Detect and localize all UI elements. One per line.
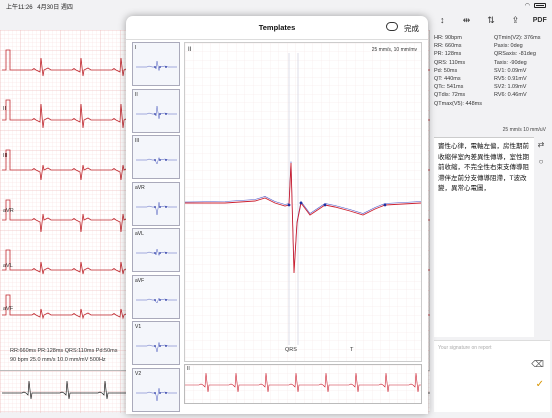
templates-modal: Templates 完成 I II III aVR aVL aVF V1 V2 QRS T I…	[126, 16, 428, 414]
done-button[interactable]: 完成	[404, 23, 419, 34]
overlay-toggle-icon[interactable]	[386, 22, 398, 31]
measurement-value: QRSaxis: -81deg	[494, 51, 536, 58]
lead-label-avl: aVL	[3, 263, 13, 269]
template-beat-view[interactable]: QRS T II 25 mm/s, 10 mm/mv	[184, 42, 422, 362]
swap-icon[interactable]: ⇄	[532, 140, 550, 149]
signature-area[interactable]: Your signature on report ⌫ ✓	[434, 340, 550, 412]
status-bar: 上午11:26 4月30日 週四 ◠	[0, 0, 552, 11]
measurement-value: SV1: 0.09mV	[494, 67, 527, 74]
signature-placeholder: Your signature on report	[438, 345, 492, 351]
modal-header: Templates 完成	[126, 16, 428, 40]
measurement-value: QTc: 541ms	[434, 84, 464, 91]
fiducial-point	[299, 201, 303, 205]
top-toolbar: ↕ ⇹ ⇅ ⇪ PDF	[430, 10, 552, 30]
battery-icon	[534, 2, 546, 8]
adjust-icon[interactable]: ⇅	[483, 15, 499, 26]
thumbnail-label: I	[135, 45, 137, 51]
measurement-value: RR: 660ms	[434, 43, 462, 50]
measurement-row: QTmax(V5): 448ms	[434, 100, 550, 108]
ecg-info-line1: RR:660ms PR:128ms QRS:110ms Pd:50ms	[10, 348, 118, 354]
measurement-value: RV6: 0.46mV	[494, 92, 527, 99]
measurement-value: RV5: 0.91mV	[494, 76, 527, 83]
lead-thumbnail-i[interactable]: I	[132, 42, 180, 86]
lead-label-ii: II	[3, 106, 7, 112]
lead-label-avf: aVF	[3, 306, 14, 312]
lead-label-iii: III	[3, 153, 8, 159]
template-grid: QRS T	[184, 43, 422, 361]
lead-thumbnail-v1[interactable]: V1	[132, 321, 180, 365]
measurement-row: QTdis: 72ms RV6: 0.46mV	[434, 91, 550, 99]
measurement-row: HR: 90bpm QTmin(V2): 376ms	[434, 34, 550, 42]
measurements-panel: HR: 90bpm QTmin(V2): 376ms RR: 660ms Paxis:…	[434, 34, 550, 134]
lead-thumbnail-iii[interactable]: III	[132, 135, 180, 179]
lead-thumbnail-avl[interactable]: aVL	[132, 228, 180, 272]
measurement-row: QRS: 110ms Taxis: -90deg	[434, 59, 550, 67]
template-lead-label: II	[188, 47, 192, 53]
checkmark-icon[interactable]: ✓	[536, 379, 544, 390]
template-rhythm-strip[interactable]: II	[184, 364, 425, 404]
thumbnail-label: II	[135, 91, 138, 98]
fiducial-point	[323, 203, 327, 207]
thumbnail-label: aVR	[135, 184, 145, 191]
measurement-row: RR: 660ms Paxis: 0deg	[434, 42, 550, 50]
rhythm-lead-label: II	[187, 366, 190, 372]
template-rhythm-trace	[185, 365, 425, 403]
thumbnail-label: aVL	[135, 231, 144, 237]
measurement-value: QTmax(V5): 448ms	[434, 100, 482, 107]
pdf-button[interactable]: PDF	[532, 17, 548, 24]
lead-thumbnail-ii[interactable]: II	[132, 88, 180, 133]
lead-thumbnail-avf[interactable]: aVF	[132, 274, 180, 319]
circle-icon[interactable]: ○	[532, 157, 550, 166]
lead-thumbnails: I II III aVR aVL aVF V1 V2	[132, 42, 180, 414]
measurement-value: Pd: 50ms	[434, 67, 458, 74]
status-date: 4月30日 週四	[37, 5, 73, 11]
measurement-row: QT: 440ms RV5: 0.91mV	[434, 75, 550, 83]
measurement-value: SV2: 1.09mV	[494, 84, 527, 91]
measurement-value: PR: 128ms	[434, 51, 462, 58]
modal-title: Templates	[258, 23, 296, 32]
side-icons: ⇄ ○	[532, 140, 550, 174]
measurement-row: QTc: 541ms SV2: 1.09mV	[434, 83, 550, 91]
measurement-row: PR: 128ms QRSaxis: -81deg	[434, 50, 550, 58]
ecg-info-line2: 90 bpm 25.0 mm/s 10.0 mm/mV 500Hz	[10, 357, 106, 363]
thumbnail-label: V1	[135, 324, 142, 330]
lead-label-avr: aVR	[3, 208, 14, 214]
measurement-value: Paxis: 0deg	[494, 43, 523, 50]
fiducial-point	[287, 203, 291, 207]
status-time: 上午11:26	[6, 5, 33, 11]
thumbnail-label: aVF	[135, 277, 145, 284]
export-icon[interactable]: ⇪	[507, 15, 523, 26]
template-scale-label: 25 mm/s, 10 mm/mv	[371, 47, 417, 53]
scale-note: 25 mm/s 10 mm/uV	[502, 127, 546, 133]
qrs-marker: QRS	[285, 347, 297, 353]
measurement-value: QT: 440ms	[434, 76, 461, 83]
measurement-value: QTdis: 72ms	[434, 92, 466, 99]
measurement-row: Pd: 50ms SV1: 0.09mV	[434, 67, 550, 75]
measurement-value: HR: 90bpm	[434, 35, 462, 41]
interpretation-text[interactable]: 竇性心律，電軸左偏，房性期前收縮伴室內差異性傳導，室性期前收縮，不完全性右束支傳…	[434, 137, 534, 337]
wifi-icon: ◠	[524, 2, 530, 9]
measurement-value: Taxis: -90deg	[494, 59, 527, 66]
lead-thumbnail-avr[interactable]: aVR	[132, 181, 180, 226]
lead-thumbnail-v2[interactable]: V2	[132, 367, 180, 412]
fiducial-point	[383, 203, 387, 207]
thumbnail-label: V2	[135, 370, 142, 377]
cursor-icon[interactable]: ↕	[434, 15, 450, 25]
ecg-info: RR:660ms PR:128ms QRS:110ms Pd:50ms 90 b…	[10, 347, 118, 365]
measurement-value: QRS: 110ms	[434, 59, 466, 66]
thumbnail-label: III	[135, 138, 140, 144]
caliper-icon[interactable]: ⇹	[459, 15, 475, 26]
measurement-value: QTmin(V2): 376ms	[494, 35, 541, 41]
eraser-icon[interactable]: ⌫	[531, 359, 544, 370]
